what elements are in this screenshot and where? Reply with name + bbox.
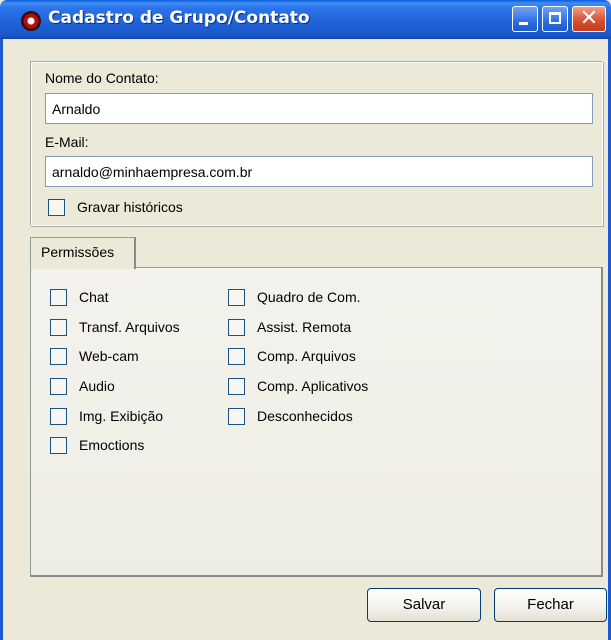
permission-webcam-label: Web-cam — [79, 348, 139, 364]
permission-whiteboard-label: Quadro de Com. — [257, 289, 361, 305]
permission-share-files-label: Comp. Arquivos — [257, 348, 356, 364]
app-icon — [21, 11, 41, 31]
permission-display-image-checkbox[interactable] — [50, 408, 67, 425]
permission-share-files-checkbox[interactable] — [228, 348, 245, 365]
email-field[interactable] — [45, 156, 593, 187]
permission-whiteboard-checkbox[interactable] — [228, 289, 245, 306]
minimize-button[interactable] — [512, 6, 538, 32]
save-button[interactable]: Salvar — [367, 588, 481, 622]
window-border-left — [0, 39, 3, 640]
permission-file-transfer-checkbox[interactable] — [50, 319, 67, 336]
email-label: E-Mail: — [45, 134, 89, 150]
permission-share-apps-checkbox[interactable] — [228, 378, 245, 395]
name-label: Nome do Contato: — [45, 70, 159, 86]
window-title: Cadastro de Grupo/Contato — [48, 8, 310, 28]
close-icon: ✕ — [579, 6, 599, 31]
maximize-icon — [549, 12, 561, 24]
permission-unknown-label: Desconhecidos — [257, 408, 353, 424]
close-button[interactable]: Fechar — [494, 588, 607, 622]
permission-emoctions-label: Emoctions — [79, 437, 145, 453]
tab-permissions[interactable]: Permissões — [30, 237, 136, 269]
save-history-label: Gravar históricos — [77, 199, 183, 215]
permission-chat-checkbox[interactable] — [50, 289, 67, 306]
save-history-checkbox[interactable] — [48, 199, 65, 216]
permission-remote-assist-checkbox[interactable] — [228, 319, 245, 336]
permission-unknown-checkbox[interactable] — [228, 408, 245, 425]
dialog-window: Cadastro de Grupo/Contato ✕ Nome do Cont… — [0, 0, 611, 640]
permission-emoctions-checkbox[interactable] — [50, 437, 67, 454]
close-window-button[interactable]: ✕ — [572, 6, 606, 32]
maximize-button[interactable] — [542, 6, 568, 32]
permission-webcam-checkbox[interactable] — [50, 348, 67, 365]
permission-display-image-label: Img. Exibição — [79, 408, 164, 424]
minimize-icon — [519, 22, 528, 25]
permission-audio-label: Audio — [79, 378, 115, 394]
permission-audio-checkbox[interactable] — [50, 378, 67, 395]
name-field[interactable] — [45, 93, 593, 124]
permission-file-transfer-label: Transf. Arquivos — [79, 319, 180, 335]
permission-chat-label: Chat — [79, 289, 109, 305]
title-bar[interactable]: Cadastro de Grupo/Contato ✕ — [0, 0, 611, 39]
tab-permissions-label: Permissões — [41, 244, 115, 260]
permission-remote-assist-label: Assist. Remota — [257, 319, 352, 335]
permission-share-apps-label: Comp. Aplicativos — [257, 378, 369, 394]
